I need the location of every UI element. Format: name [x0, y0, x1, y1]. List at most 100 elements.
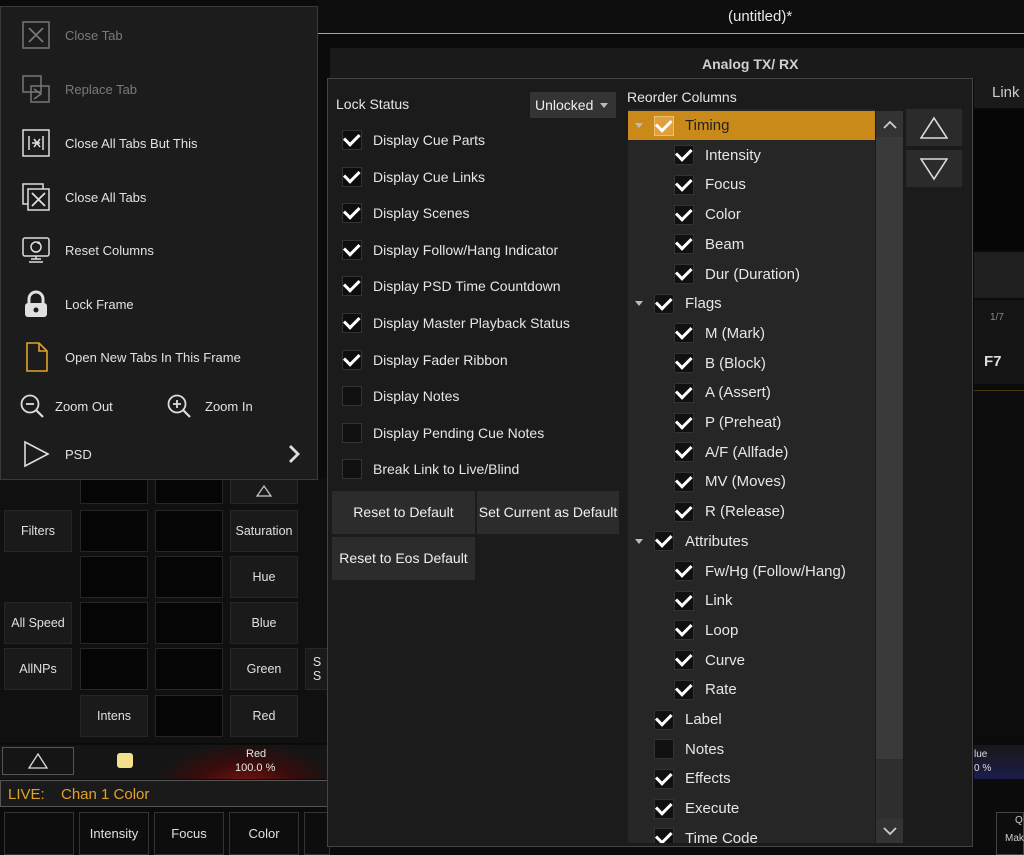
- scrollbar-thumb[interactable]: [876, 137, 903, 759]
- column-checkbox[interactable]: [654, 292, 674, 314]
- column-tree-row[interactable]: A (Assert): [628, 378, 875, 407]
- grid-cell[interactable]: [80, 478, 148, 504]
- column-checkbox[interactable]: [674, 649, 694, 671]
- green-button[interactable]: Green: [230, 648, 298, 690]
- column-checkbox[interactable]: [654, 739, 674, 760]
- hue-button[interactable]: Hue: [230, 556, 298, 598]
- grid-cell[interactable]: [155, 478, 223, 504]
- option-row[interactable]: Display PSD Time Countdown: [342, 271, 561, 301]
- bottom-right-button[interactable]: Q Mak: [996, 812, 1024, 855]
- column-tree-row[interactable]: MV (Moves): [628, 467, 875, 496]
- column-tree-row[interactable]: Effects: [628, 764, 875, 793]
- reset-to-eos-default-button[interactable]: Reset to Eos Default: [332, 537, 475, 580]
- option-checkbox[interactable]: [342, 459, 362, 480]
- color-button[interactable]: Color: [229, 812, 299, 855]
- command-line[interactable]: LIVE: Chan 1 Color: [0, 780, 330, 807]
- expand-caret-icon[interactable]: [635, 538, 643, 544]
- column-checkbox[interactable]: [674, 352, 694, 374]
- option-row[interactable]: Display Scenes: [342, 198, 470, 228]
- triangle-cell[interactable]: [230, 478, 298, 504]
- column-tree-row[interactable]: P (Preheat): [628, 408, 875, 437]
- focus-button[interactable]: Focus: [154, 812, 224, 855]
- column-tree-row[interactable]: Rate: [628, 675, 875, 704]
- option-checkbox[interactable]: [342, 165, 362, 187]
- column-tree-row[interactable]: Color: [628, 200, 875, 229]
- column-tree-row[interactable]: Fw/Hg (Follow/Hang): [628, 557, 875, 586]
- option-checkbox[interactable]: [342, 129, 362, 150]
- grid-cell[interactable]: [155, 648, 223, 690]
- column-tree-row[interactable]: A/F (Allfade): [628, 438, 875, 467]
- column-checkbox[interactable]: [654, 797, 674, 819]
- column-checkbox[interactable]: [654, 114, 674, 136]
- column-checkbox[interactable]: [674, 678, 694, 700]
- option-checkbox[interactable]: [342, 422, 362, 443]
- scroll-down-button[interactable]: [876, 819, 903, 843]
- option-row[interactable]: Break Link to Live/Blind: [342, 454, 519, 484]
- column-checkbox[interactable]: [674, 441, 694, 463]
- column-tree-row[interactable]: M (Mark): [628, 319, 875, 348]
- column-checkbox[interactable]: [674, 233, 694, 255]
- column-tree-row[interactable]: B (Block): [628, 349, 875, 378]
- option-row[interactable]: Display Cue Parts: [342, 125, 485, 155]
- all-speed-button[interactable]: All Speed: [4, 602, 72, 644]
- column-tree-row[interactable]: Loop: [628, 616, 875, 645]
- option-checkbox[interactable]: [342, 202, 362, 224]
- menu-item-lock-frame[interactable]: Lock Frame: [19, 284, 134, 324]
- column-tree-row[interactable]: Focus: [628, 170, 875, 199]
- option-row[interactable]: Display Cue Links: [342, 162, 485, 192]
- allnps-button[interactable]: AllNPs: [4, 648, 72, 690]
- column-tree-row[interactable]: Attributes: [628, 527, 875, 556]
- grid-cell[interactable]: [155, 556, 223, 598]
- move-up-button[interactable]: [906, 109, 962, 146]
- column-tree-row[interactable]: Intensity: [628, 141, 875, 170]
- column-checkbox[interactable]: [674, 322, 694, 344]
- option-checkbox[interactable]: [342, 386, 362, 407]
- column-tree-row[interactable]: Timing: [628, 111, 875, 140]
- option-checkbox[interactable]: [342, 275, 362, 297]
- menu-item-close-all-but-this[interactable]: Close All Tabs But This: [19, 123, 197, 163]
- column-tree-row[interactable]: Beam: [628, 230, 875, 259]
- column-tree-row[interactable]: Time Code: [628, 824, 875, 843]
- grid-cell[interactable]: [155, 602, 223, 644]
- grid-cell[interactable]: [155, 510, 223, 552]
- column-tree-row[interactable]: Label: [628, 705, 875, 734]
- option-row[interactable]: Display Pending Cue Notes: [342, 418, 544, 448]
- column-checkbox[interactable]: [674, 470, 694, 492]
- f7-label[interactable]: F7: [984, 353, 1002, 370]
- move-down-button[interactable]: [906, 150, 962, 187]
- option-row[interactable]: Display Fader Ribbon: [342, 345, 508, 375]
- column-tree-row[interactable]: Flags: [628, 289, 875, 318]
- grid-cell[interactable]: [155, 695, 223, 737]
- intensity-button[interactable]: Intensity: [79, 812, 149, 855]
- menu-item-psd[interactable]: PSD: [19, 434, 301, 474]
- blue-button[interactable]: Blue: [230, 602, 298, 644]
- menu-item-zoom-in[interactable]: Zoom In: [166, 386, 253, 426]
- column-tree-row[interactable]: Link: [628, 586, 875, 615]
- lock-status-dropdown[interactable]: Unlocked: [530, 92, 616, 118]
- grid-cell[interactable]: [80, 556, 148, 598]
- partial-cell[interactable]: S S: [305, 648, 329, 690]
- column-checkbox[interactable]: [674, 619, 694, 641]
- saturation-button[interactable]: Saturation: [230, 510, 298, 552]
- option-checkbox[interactable]: [342, 312, 362, 333]
- column-tree-row[interactable]: Dur (Duration): [628, 260, 875, 289]
- column-tree-row[interactable]: Notes: [628, 735, 875, 764]
- reset-to-default-button[interactable]: Reset to Default: [332, 491, 475, 534]
- column-checkbox[interactable]: [654, 827, 674, 843]
- column-checkbox[interactable]: [674, 589, 694, 611]
- intens-button[interactable]: Intens: [80, 695, 148, 737]
- menu-item-reset-columns[interactable]: Reset Columns: [19, 230, 154, 270]
- option-checkbox[interactable]: [342, 348, 362, 370]
- column-checkbox[interactable]: [674, 203, 694, 225]
- grid-cell[interactable]: [80, 648, 148, 690]
- grid-cell[interactable]: [80, 602, 148, 644]
- bottom-blank-button[interactable]: [4, 812, 74, 855]
- column-checkbox[interactable]: [674, 144, 694, 166]
- option-row[interactable]: Display Follow/Hang Indicator: [342, 235, 558, 265]
- expand-caret-icon[interactable]: [635, 123, 643, 128]
- column-checkbox[interactable]: [674, 173, 694, 195]
- option-row[interactable]: Display Notes: [342, 381, 459, 411]
- column-checkbox[interactable]: [674, 500, 694, 522]
- filters-button[interactable]: Filters: [4, 510, 72, 552]
- option-row[interactable]: Display Master Playback Status: [342, 308, 570, 338]
